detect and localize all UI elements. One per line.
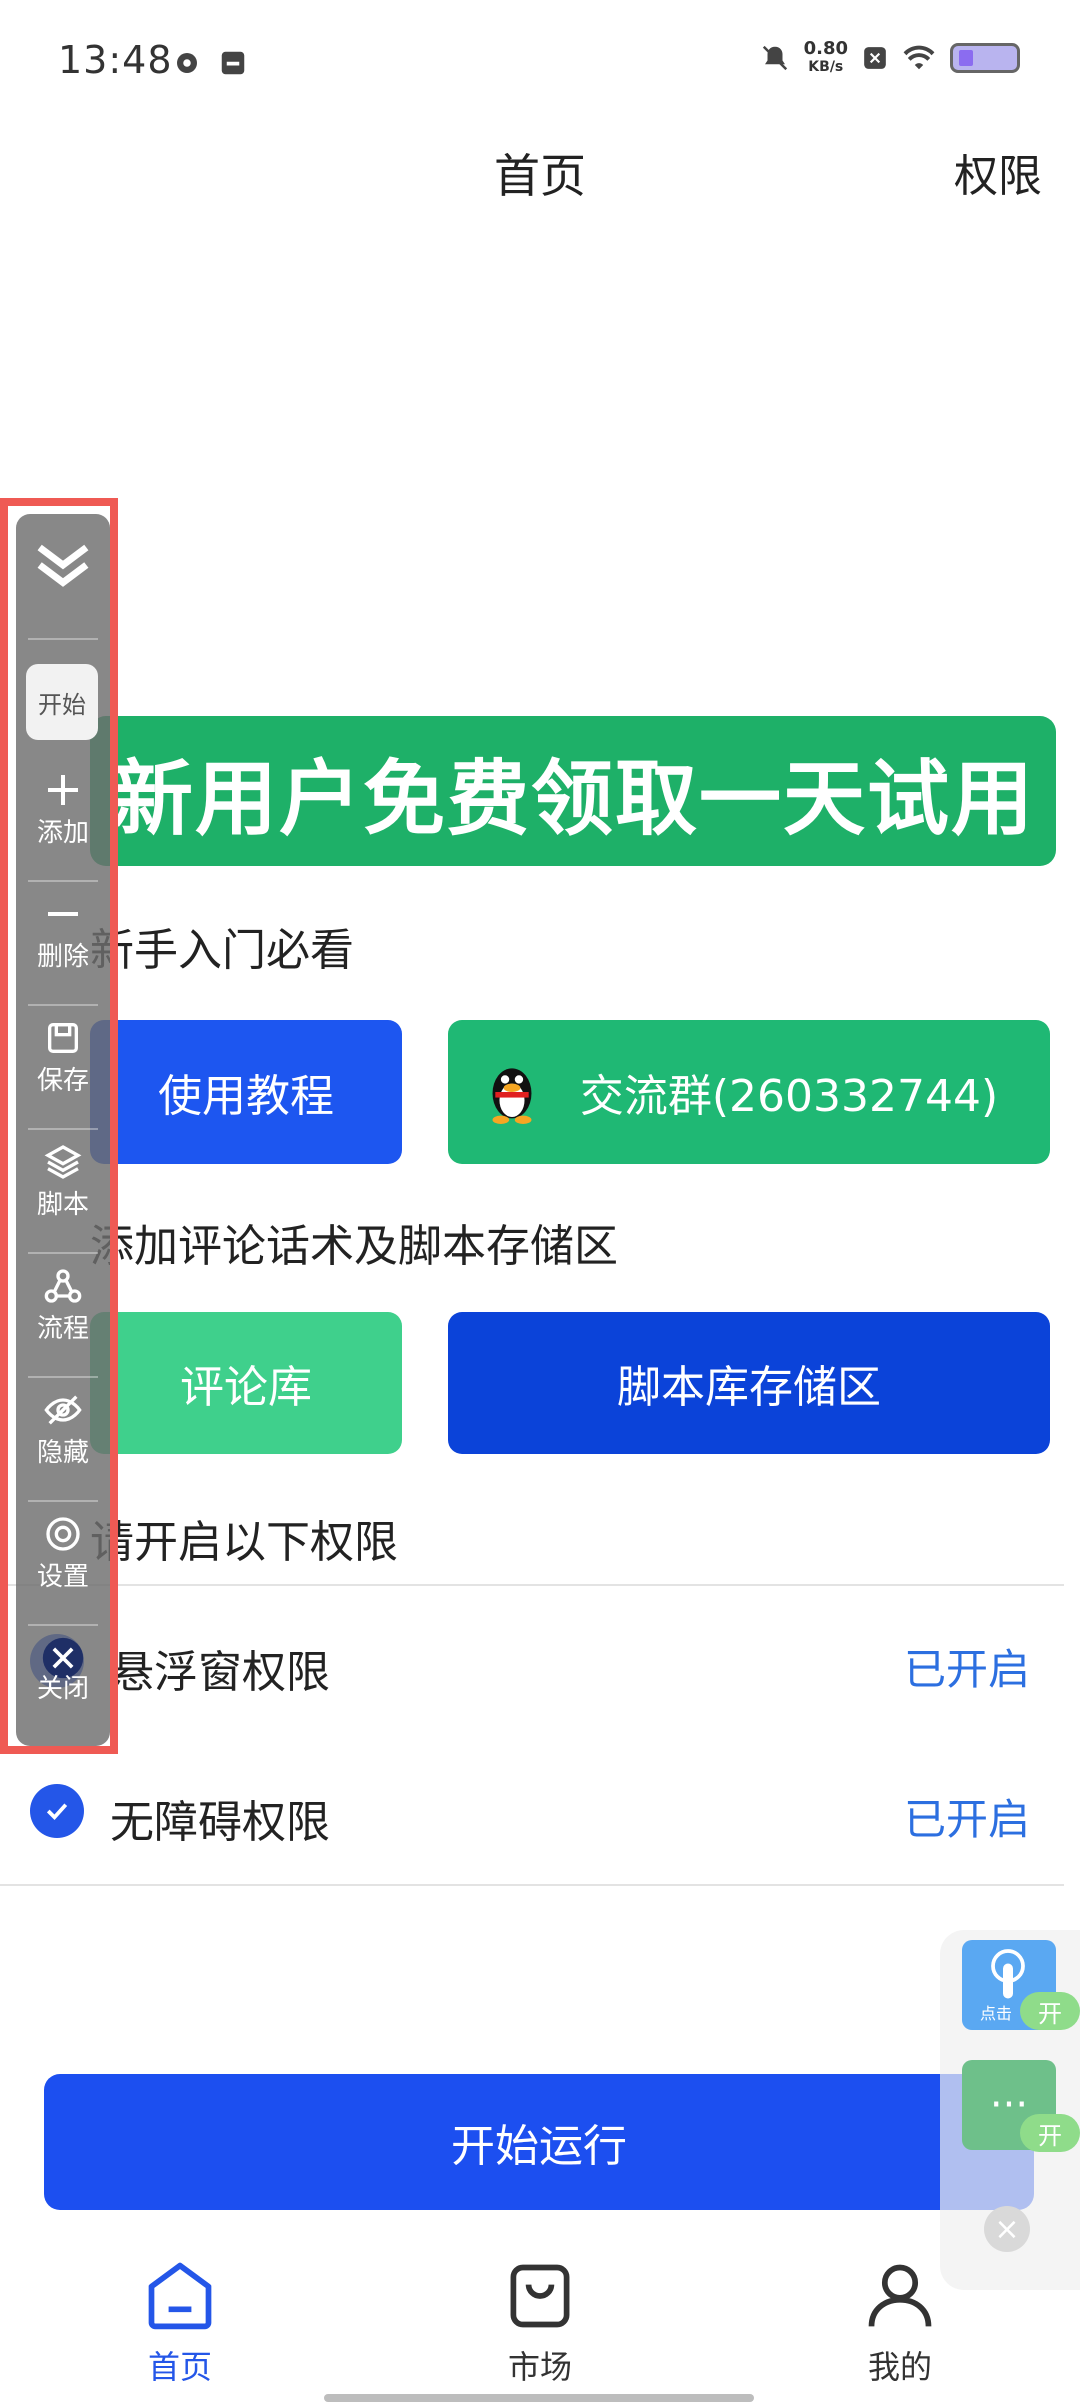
save-status-icon <box>221 51 245 75</box>
page-title: 首页 <box>494 149 586 203</box>
permission-label: 悬浮窗权限 <box>110 1647 330 1698</box>
permissions-link[interactable]: 权限 <box>954 140 1042 204</box>
bottom-nav: 首页 市场 我的 <box>0 2240 1080 2408</box>
toolbar-save[interactable]: 保存 <box>16 1012 110 1122</box>
user-icon <box>868 2264 932 2327</box>
section-add-comments: 添加评论话术及脚本存储区 <box>90 1221 618 1272</box>
collapse-button[interactable] <box>16 530 110 630</box>
settings-icon <box>46 1517 80 1551</box>
start-run-button[interactable]: 开始运行 <box>44 2074 1034 2210</box>
plus-icon <box>48 775 78 805</box>
layers-icon <box>44 1145 82 1179</box>
check-icon <box>30 1784 84 1838</box>
permission-state: 已开启 <box>903 1645 1030 1694</box>
nav-home[interactable]: 首页 <box>100 2258 260 2388</box>
save-icon <box>48 1023 78 1053</box>
double-chevron-down-icon <box>37 544 89 587</box>
section-enable-perms: 请开启以下权限 <box>90 1517 398 1568</box>
toolbar-delete[interactable]: 删除 <box>16 888 110 998</box>
divider <box>0 1884 1064 1886</box>
net-speed: 0.80 KB/s <box>803 38 848 76</box>
group-button[interactable]: 交流群(260332744) <box>448 1020 1050 1164</box>
open-pill[interactable]: 开 <box>1020 1992 1080 2030</box>
battery-icon <box>950 43 1020 73</box>
script-library-button[interactable]: 脚本库存储区 <box>448 1312 1050 1454</box>
permission-row-overlay[interactable]: 悬浮窗权限 已开启 <box>0 1592 1080 1732</box>
mute-bell-icon <box>762 45 787 71</box>
toolbar-script[interactable]: 脚本 <box>16 1136 110 1246</box>
shopping-bag-icon <box>510 2264 570 2328</box>
close-icon[interactable]: × <box>984 2206 1030 2252</box>
toolbar-settings[interactable]: 设置 <box>16 1508 110 1618</box>
nav-market[interactable]: 市场 <box>460 2258 620 2388</box>
permission-state: 已开启 <box>903 1795 1030 1844</box>
gear-icon <box>177 53 197 73</box>
section-beginner: 新手入门必看 <box>90 925 354 976</box>
eye-off-icon <box>44 1395 82 1425</box>
tutorial-button[interactable]: 使用教程 <box>90 1020 402 1164</box>
divider <box>0 1584 1064 1586</box>
toolbar-hide[interactable]: 隐藏 <box>16 1384 110 1494</box>
qq-penguin-icon <box>492 1068 532 1124</box>
toolbar-close[interactable]: 关闭 <box>16 1630 110 1740</box>
status-time: 13:48 <box>58 38 173 82</box>
toolbar-start-button[interactable]: 开始 <box>26 664 98 740</box>
group-button-label: 交流群(260332744) <box>579 1071 999 1122</box>
sim-x-icon <box>864 47 886 69</box>
toolbar-flow[interactable]: 流程 <box>16 1260 110 1370</box>
permission-row-accessibility[interactable]: 无障碍权限 已开启 <box>0 1742 1080 1882</box>
wifi-icon <box>903 45 935 70</box>
toolbar-highlight: 开始 添加 删除 保存 脚本 流程 隐藏 设置 关闭 <box>0 498 118 1754</box>
minus-icon <box>48 912 78 916</box>
comment-library-button[interactable]: 评论库 <box>90 1312 402 1454</box>
toolbar-add[interactable]: 添加 <box>16 764 110 874</box>
permission-label: 无障碍权限 <box>110 1797 330 1848</box>
status-right-group: 0.80 KB/s <box>760 40 1020 76</box>
floating-toolbar: 开始 添加 删除 保存 脚本 流程 隐藏 设置 关闭 <box>16 514 110 1746</box>
banner-text: 新用户免费领取一天试用 <box>110 751 1035 847</box>
home-indicator[interactable] <box>324 2394 754 2402</box>
flow-icon <box>44 1269 82 1303</box>
home-icon <box>148 2262 212 2330</box>
open-pill[interactable]: 开 <box>1020 2114 1080 2152</box>
status-bar: 13:48 0.80 KB/s <box>0 0 1080 120</box>
trial-banner[interactable]: 新用户免费领取一天试用 <box>90 716 1056 866</box>
